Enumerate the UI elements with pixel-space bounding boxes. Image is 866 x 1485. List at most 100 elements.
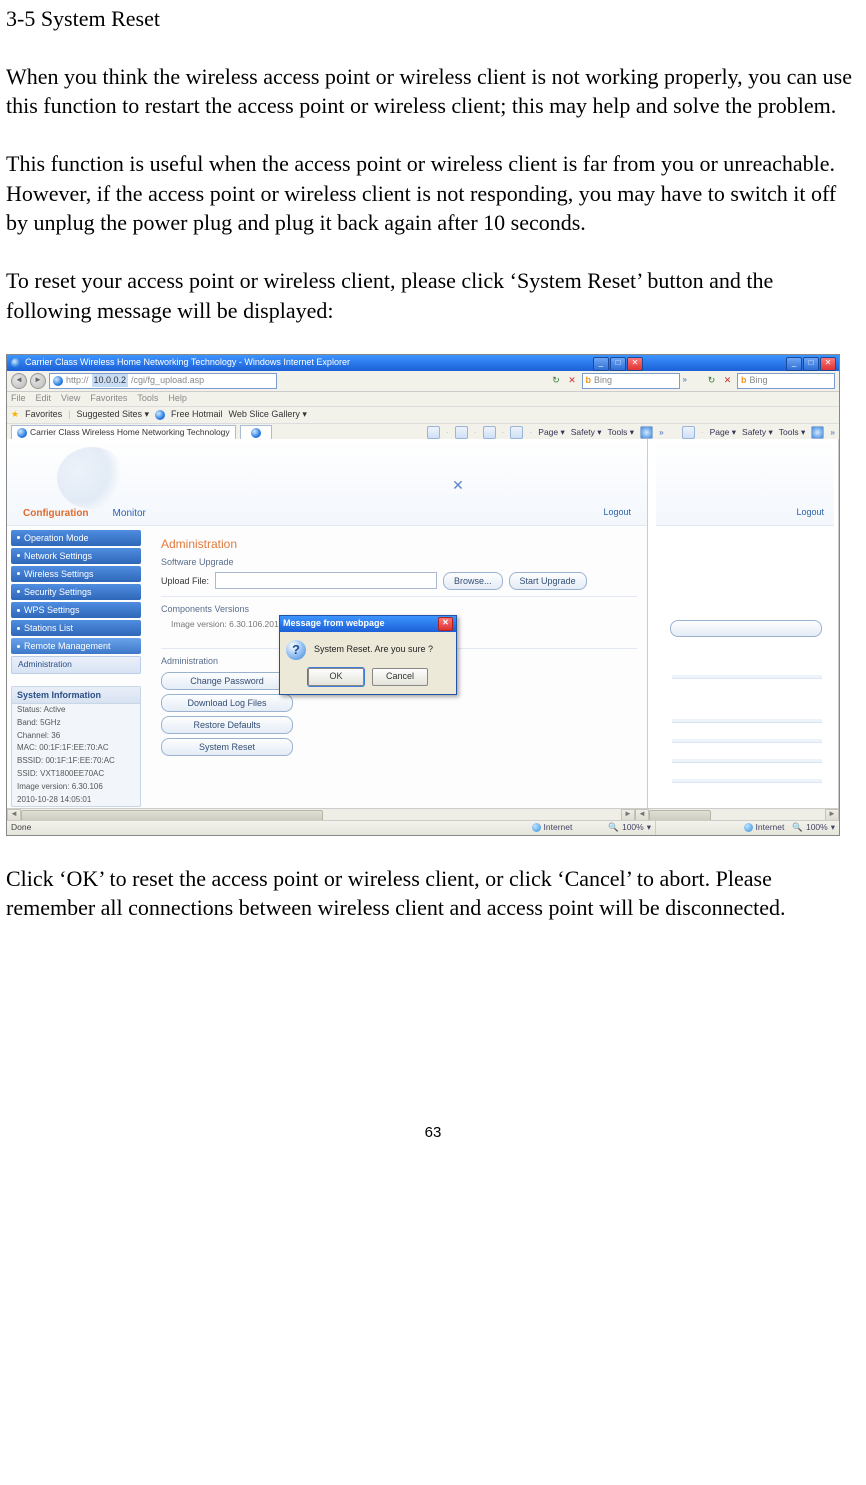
paragraph-4: Click ‘OK’ to reset the access point or … xyxy=(6,864,860,923)
cmd-tools-2[interactable]: Tools ▾ xyxy=(779,427,805,438)
upload-file-label: Upload File: xyxy=(161,575,209,587)
zoom-icon-2[interactable]: 🔍 xyxy=(792,822,803,833)
sysinfo-bssid: BSSID: 00:1F:1F:EE:70:AC xyxy=(12,755,140,768)
cmd-page[interactable]: Page ▾ xyxy=(538,427,564,438)
restore-defaults-button[interactable]: Restore Defaults xyxy=(161,716,293,734)
search-placeholder: Bing xyxy=(594,374,612,386)
globe-icon xyxy=(532,823,541,832)
close-button-2[interactable]: ✕ xyxy=(820,357,836,371)
zoom-value[interactable]: 100% xyxy=(622,822,644,833)
system-info-title: System Information xyxy=(12,687,140,704)
sysinfo-channel: Channel: 36 xyxy=(12,730,140,743)
maximize-button-2[interactable]: □ xyxy=(803,357,819,371)
print-icon[interactable] xyxy=(510,426,523,439)
cmd-safety[interactable]: Safety ▾ xyxy=(571,427,602,438)
refresh-icon[interactable]: ↻ xyxy=(550,374,563,387)
zoom-value-2[interactable]: 100% xyxy=(806,822,828,833)
tab-monitor[interactable]: Monitor xyxy=(113,507,146,521)
mail-icon[interactable] xyxy=(483,426,496,439)
dialog-cancel-button[interactable]: Cancel xyxy=(372,668,428,686)
forward-button[interactable]: ► xyxy=(30,373,46,389)
cmd-safety-2[interactable]: Safety ▾ xyxy=(742,427,773,438)
tab-favicon xyxy=(17,428,27,438)
admin-heading: Administration xyxy=(161,536,637,552)
window-titlebar[interactable]: Carrier Class Wireless Home Networking T… xyxy=(7,355,839,371)
secondary-button-placeholder[interactable] xyxy=(670,620,822,637)
system-info-panel: System Information Status: Active Band: … xyxy=(11,686,141,808)
download-log-files-button[interactable]: Download Log Files xyxy=(161,694,293,712)
zoom-icon[interactable]: 🔍 xyxy=(608,822,619,833)
chevron-right-icon: » xyxy=(830,427,835,438)
menu-tools[interactable]: Tools xyxy=(137,392,158,404)
stop-icon[interactable]: ✕ xyxy=(566,374,579,387)
system-reset-button[interactable]: System Reset xyxy=(161,738,293,756)
sysinfo-band: Band: 5GHz xyxy=(12,717,140,730)
nav-administration[interactable]: Administration xyxy=(11,656,141,673)
nav-wps-settings[interactable]: WPS Settings xyxy=(11,602,141,618)
header-close-icon[interactable]: ✕ xyxy=(449,477,467,495)
dialog-message: System Reset. Are you sure ? xyxy=(314,640,433,655)
dialog-ok-button[interactable]: OK xyxy=(308,668,364,686)
menu-view[interactable]: View xyxy=(61,392,80,404)
status-done: Done xyxy=(11,822,31,833)
menu-edit[interactable]: Edit xyxy=(36,392,52,404)
chevron-right-icon: » xyxy=(683,375,687,386)
nav-security-settings[interactable]: Security Settings xyxy=(11,584,141,600)
suggested-sites[interactable]: Suggested Sites ▾ xyxy=(76,408,149,420)
menu-favorites[interactable]: Favorites xyxy=(90,392,127,404)
dialog-close-icon[interactable]: ✕ xyxy=(438,617,453,631)
browse-button[interactable]: Browse... xyxy=(443,572,503,590)
paragraph-2: This function is useful when the access … xyxy=(6,149,860,238)
close-button[interactable]: ✕ xyxy=(627,357,643,371)
start-upgrade-button[interactable]: Start Upgrade xyxy=(509,572,587,590)
status-bar: Done Internet 🔍 100% ▾ Internet 🔍 100% ▾ xyxy=(7,820,839,835)
free-hotmail[interactable]: Free Hotmail xyxy=(171,408,223,420)
nav-remote-management[interactable]: Remote Management xyxy=(11,638,141,654)
upload-file-field[interactable] xyxy=(215,572,437,589)
refresh-icon-2[interactable]: ↻ xyxy=(705,374,718,387)
star-icon[interactable]: ★ xyxy=(11,408,19,420)
address-bar: ◄ ► http:// 10.0.0.2 /cgi/fg_upload.asp … xyxy=(7,371,839,392)
dialog-titlebar[interactable]: Message from webpage ✕ xyxy=(280,616,456,632)
search-field-2[interactable]: b Bing xyxy=(737,373,835,389)
favorites-label[interactable]: Favorites xyxy=(25,408,62,420)
minimize-button[interactable]: _ xyxy=(593,357,609,371)
print-icon-2[interactable] xyxy=(682,426,695,439)
question-icon: ? xyxy=(286,640,306,660)
sysinfo-status: Status: Active xyxy=(12,704,140,717)
nav-operation-mode[interactable]: Operation Mode xyxy=(11,530,141,546)
page-icon xyxy=(53,376,63,386)
sysinfo-ssid: SSID: VXT1800EE70AC xyxy=(12,768,140,781)
dialog-title: Message from webpage xyxy=(283,617,385,629)
secondary-header: Logout xyxy=(656,439,834,526)
cmd-page-2[interactable]: Page ▾ xyxy=(710,427,736,438)
back-button[interactable]: ◄ xyxy=(11,373,27,389)
menu-help[interactable]: Help xyxy=(168,392,187,404)
help-icon-2[interactable] xyxy=(811,426,824,439)
help-icon[interactable] xyxy=(640,426,653,439)
sysinfo-mac: MAC: 00:1F:1F:EE:70:AC xyxy=(12,742,140,755)
nav-network-settings[interactable]: Network Settings xyxy=(11,548,141,564)
stop-icon-2[interactable]: ✕ xyxy=(721,374,734,387)
paragraph-3: To reset your access point or wireless c… xyxy=(6,266,860,325)
nav-stations-list[interactable]: Stations List xyxy=(11,620,141,636)
sysinfo-date: 2010-10-28 14:05:01 xyxy=(12,794,140,807)
web-slice-gallery[interactable]: Web Slice Gallery ▾ xyxy=(229,408,307,420)
ie-icon xyxy=(11,358,21,368)
tab-configuration[interactable]: Configuration xyxy=(23,507,89,521)
menu-file[interactable]: File xyxy=(11,392,26,404)
home-icon[interactable] xyxy=(427,426,440,439)
secondary-logout-link[interactable]: Logout xyxy=(796,506,824,518)
confirm-dialog: Message from webpage ✕ ? System Reset. A… xyxy=(279,615,457,695)
logout-link[interactable]: Logout xyxy=(603,506,631,518)
app-header: ✕ Configuration Monitor Logout xyxy=(7,439,647,526)
minimize-button-2[interactable]: _ xyxy=(786,357,802,371)
cmd-tools[interactable]: Tools ▾ xyxy=(608,427,634,438)
url-field[interactable]: http:// 10.0.0.2 /cgi/fg_upload.asp xyxy=(49,373,277,389)
nav-wireless-settings[interactable]: Wireless Settings xyxy=(11,566,141,582)
feeds-icon[interactable] xyxy=(455,426,468,439)
change-password-button[interactable]: Change Password xyxy=(161,672,293,690)
sysinfo-image: Image version: 6.30.106 xyxy=(12,781,140,794)
maximize-button[interactable]: □ xyxy=(610,357,626,371)
search-field[interactable]: b Bing xyxy=(582,373,680,389)
